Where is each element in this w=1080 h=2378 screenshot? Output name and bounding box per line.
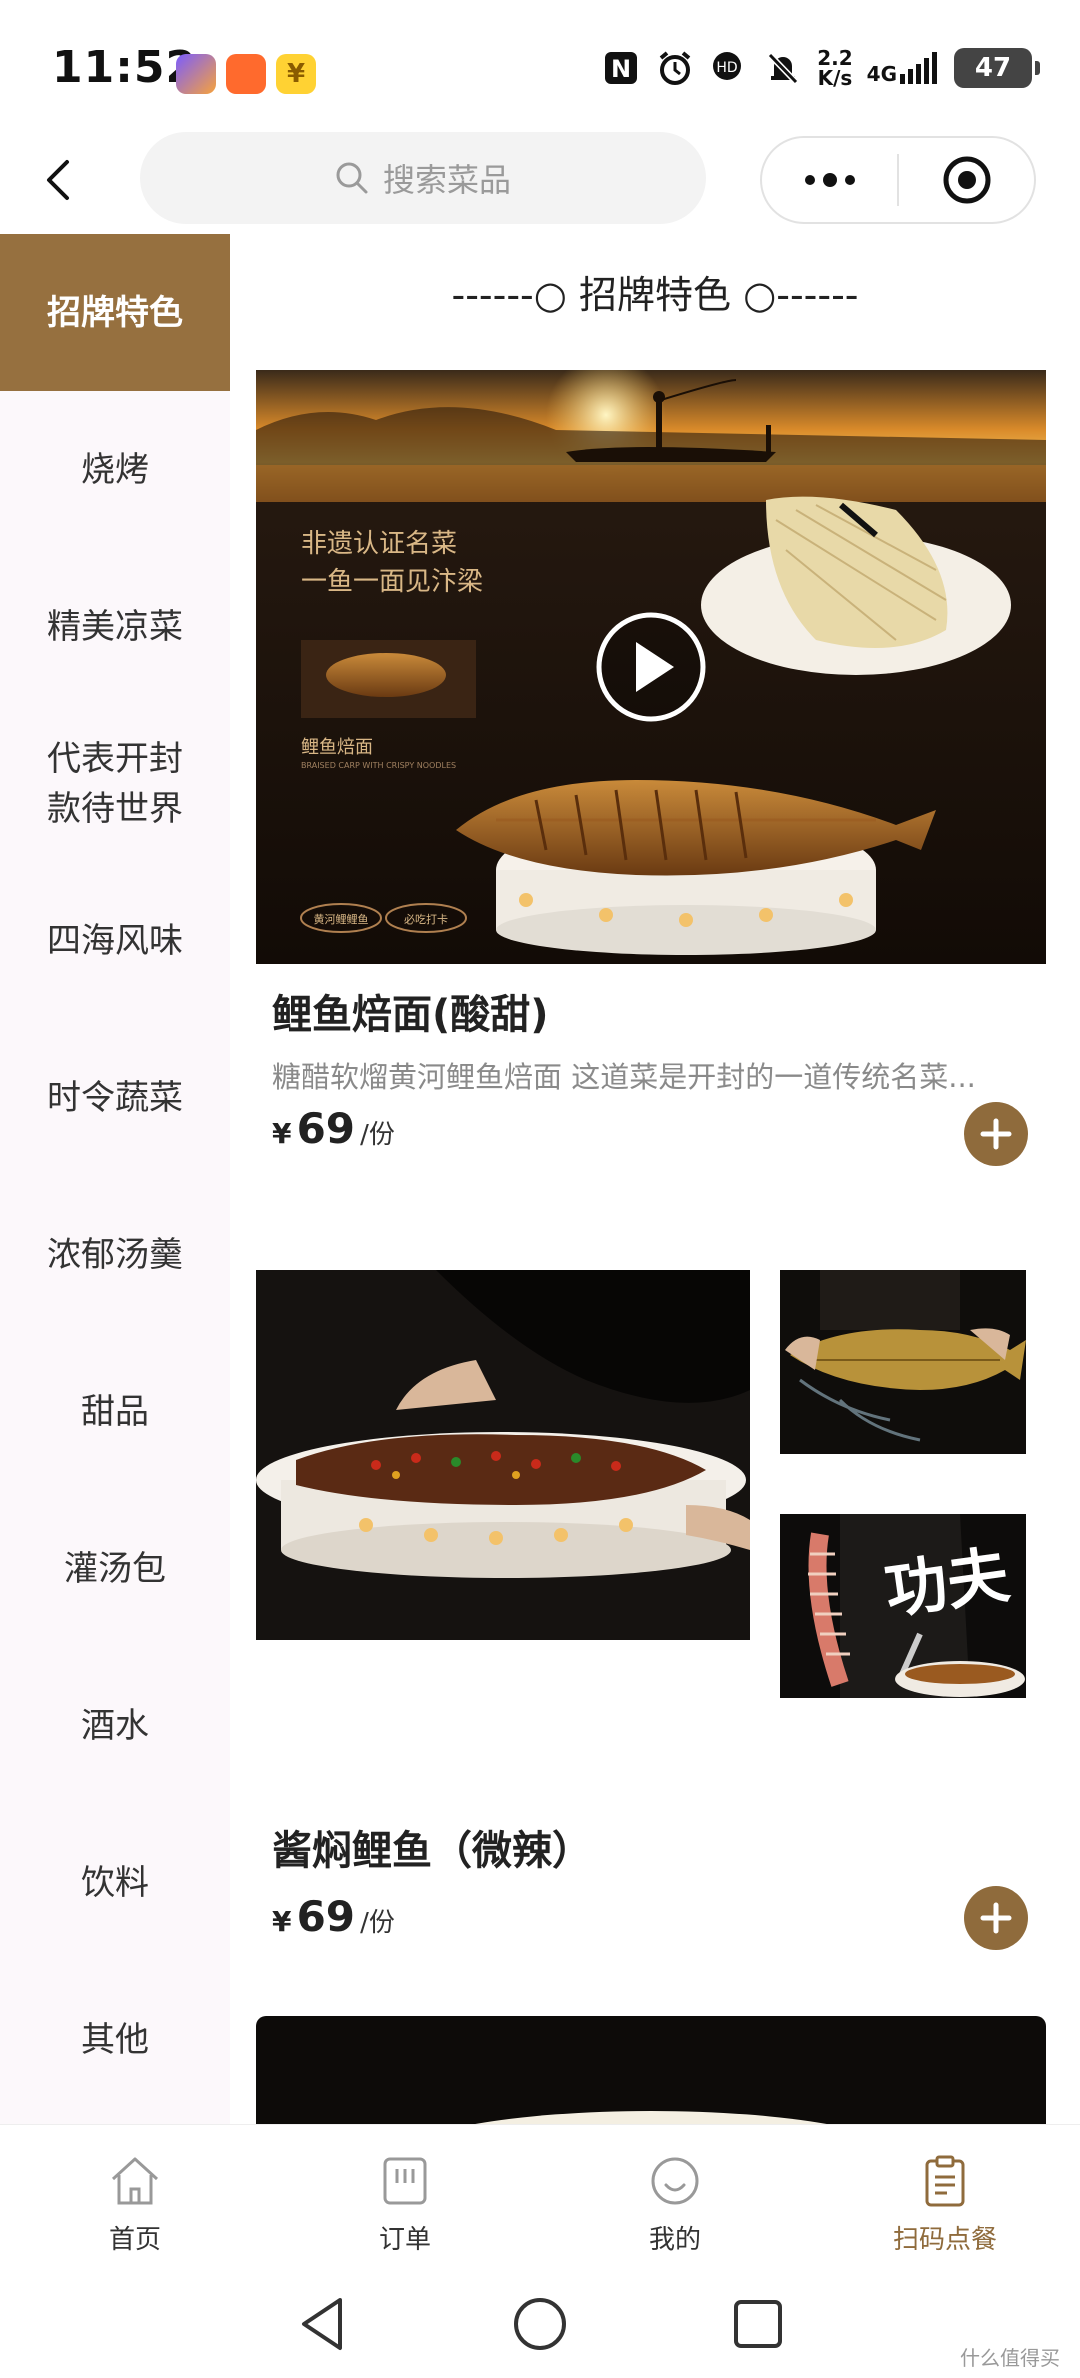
system-navigation-bar [0, 2274, 1080, 2378]
sidebar-item-other[interactable]: 其他 [0, 1961, 230, 2118]
dish-price: ¥ 69 /份 [272, 1892, 395, 1941]
hd-call-icon: HD [709, 48, 749, 88]
miniapp-capsule [760, 136, 1036, 224]
app-header: 搜索菜品 [0, 130, 1080, 234]
clipboard-icon [925, 2155, 965, 2207]
sidebar-item-bbq[interactable]: 烧烤 [0, 391, 230, 548]
plus-icon [980, 1118, 1012, 1150]
dish-image[interactable] [256, 2016, 1046, 2124]
image-badge-1: 黄河鲤鲤鱼 [314, 912, 369, 926]
network-type: 4G [866, 62, 897, 86]
section-title: ------○ 招牌特色 ○------ [451, 273, 859, 317]
search-icon [336, 162, 368, 194]
nfc-icon: N [601, 48, 641, 88]
dish-image-main[interactable] [256, 1270, 750, 1640]
category-sidebar: 招牌特色 烧烤 精美凉菜 代表开封 款待世界 四海风味 时令蔬菜 浓郁汤羹 甜品… [0, 234, 230, 2124]
dish-video[interactable]: 非遗认证名菜 一鱼一面见汴梁 鲤鱼焙面 BRAISED CARP WITH CR… [256, 370, 1046, 964]
system-back-button[interactable] [294, 2294, 350, 2358]
battery-indicator: 47 [954, 48, 1040, 88]
sidebar-item-alcohol[interactable]: 酒水 [0, 1647, 230, 1804]
add-to-cart-button[interactable] [964, 1102, 1028, 1166]
sidebar-item-soups[interactable]: 浓郁汤羹 [0, 1176, 230, 1333]
square-recents-icon [734, 2300, 782, 2348]
play-icon [596, 612, 706, 722]
system-home-button[interactable] [510, 2294, 570, 2358]
chevron-left-icon [47, 160, 69, 200]
tab-label: 首页 [108, 2225, 161, 2255]
search-placeholder: 搜索菜品 [382, 161, 511, 199]
price-unit: /份 [360, 1908, 395, 1938]
app-notification-icon [226, 54, 266, 94]
currency-symbol: ¥ [272, 1117, 292, 1150]
sidebar-item-cold-dishes[interactable]: 精美凉菜 [0, 548, 230, 705]
bottom-tab-bar: 首页 订单 我的 扫码点餐 [0, 2124, 1080, 2274]
dish-name[interactable]: 酱焖鲤鱼（微辣） [272, 1818, 592, 1876]
net-speed-value: 2.2 [817, 46, 853, 70]
watermark: 什么值得买 [960, 2346, 1060, 2370]
tab-label: 我的 [648, 2225, 701, 2255]
more-button[interactable] [762, 138, 897, 222]
status-bar: 11:52 ¥ N HD 2.2 K/s 4G 47 [0, 0, 1080, 130]
dish-price: ¥ 69 /份 [272, 1104, 395, 1153]
net-speed-unit: K/s [817, 66, 853, 90]
sidebar-item-beverages[interactable]: 饮料 [0, 1804, 230, 1961]
tab-label: 订单 [378, 2225, 431, 2255]
network-speed: 2.2 K/s [817, 48, 852, 88]
app-screen: 11:52 ¥ N HD 2.2 K/s 4G 47 搜索菜品 招牌特色 烧烤 … [0, 0, 1080, 2378]
more-dots-icon [804, 173, 855, 187]
orders-icon [383, 2157, 427, 2205]
triangle-back-icon [302, 2298, 342, 2350]
close-miniapp-button[interactable] [899, 138, 1034, 222]
plus-icon [980, 1902, 1012, 1934]
image-badge-2: 必吃打卡 [404, 912, 448, 926]
back-button[interactable] [28, 140, 88, 220]
image-dish-label-en: BRAISED CARP WITH CRISPY NOODLES [301, 761, 456, 770]
alarm-icon [655, 48, 695, 88]
signal-bars-icon [900, 52, 937, 84]
image-headline-2: 一鱼一面见汴梁 [301, 567, 483, 597]
search-bar[interactable]: 搜索菜品 [140, 132, 706, 224]
svg-text:N: N [611, 55, 631, 83]
dish-name[interactable]: 鲤鱼焙面(酸甜) [272, 982, 549, 1040]
price-amount: 69 [296, 1892, 356, 1941]
tab-label: 扫码点餐 [892, 2225, 997, 2255]
svg-text:HD: HD [717, 60, 738, 76]
mute-bell-icon [763, 48, 803, 88]
menu-content: ------○ 招牌特色 ○------ 非遗认证名菜 一鱼一面见汴梁 鲤鱼焙面… [230, 234, 1080, 2124]
image-headline-1: 非遗认证名菜 [301, 529, 457, 559]
target-close-icon [943, 156, 990, 204]
tab-profile[interactable]: 我的 [540, 2125, 810, 2274]
circle-home-icon [514, 2298, 566, 2350]
dish-image-thumb-2[interactable]: 功夫 [780, 1514, 1026, 1698]
sidebar-item-signature[interactable]: 招牌特色 [0, 234, 230, 391]
app-notification-icon: ¥ [276, 54, 316, 94]
image-dish-label: 鲤鱼焙面 [301, 737, 373, 758]
signal-indicator: 4G [867, 52, 940, 84]
home-icon [111, 2157, 159, 2205]
tab-scan-order[interactable]: 扫码点餐 [810, 2125, 1080, 2274]
sidebar-item-world-flavors[interactable]: 四海风味 [0, 862, 230, 1019]
app-notification-icon [176, 54, 216, 94]
price-unit: /份 [360, 1120, 395, 1150]
status-icons: N HD 2.2 K/s 4G 47 [601, 48, 1040, 88]
system-recents-button[interactable] [730, 2296, 786, 2356]
smile-face-icon [651, 2157, 699, 2205]
sidebar-item-soup-dumplings[interactable]: 灌汤包 [0, 1490, 230, 1647]
currency-symbol: ¥ [272, 1905, 292, 1938]
sidebar-item-desserts[interactable]: 甜品 [0, 1333, 230, 1490]
dish-image-thumb-1[interactable] [780, 1270, 1026, 1454]
dish-description: 糖醋软熘黄河鲤鱼焙面 这道菜是开封的一道传统名菜... [272, 1060, 976, 1094]
sidebar-item-vegetables[interactable]: 时令蔬菜 [0, 1019, 230, 1176]
tab-home[interactable]: 首页 [0, 2125, 270, 2274]
sidebar-item-kaifeng[interactable]: 代表开封 款待世界 [0, 705, 230, 862]
add-to-cart-button[interactable] [964, 1886, 1028, 1950]
price-amount: 69 [296, 1104, 356, 1153]
tab-orders[interactable]: 订单 [270, 2125, 540, 2274]
